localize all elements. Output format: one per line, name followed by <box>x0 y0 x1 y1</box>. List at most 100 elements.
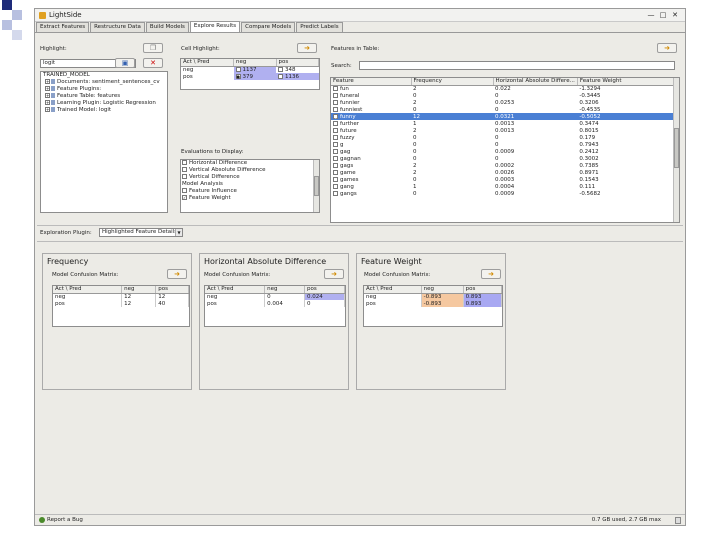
column-header-frequency[interactable]: Frequency <box>411 78 494 86</box>
table-cell: 0.0009 <box>495 190 515 197</box>
radio-icon[interactable] <box>333 120 338 126</box>
column-header-feature[interactable]: Feature <box>331 78 412 86</box>
table-cell: 0.3474 <box>579 120 599 127</box>
evaluations-label: Evaluations to Display: <box>181 149 244 155</box>
eval-item[interactable]: Vertical Absolute Difference <box>181 167 319 174</box>
table-row[interactable]: gagnan 0 0 0.3002 <box>331 155 679 162</box>
radio-icon[interactable] <box>333 162 338 168</box>
table-row[interactable]: future 2 0.0013 0.8015 <box>331 127 679 134</box>
table-row[interactable]: funniest 0 0 -0.4535 <box>331 106 679 113</box>
table-cell: ● funny <box>333 113 356 120</box>
table-row[interactable]: gangs 0 0.0009 -0.5682 <box>331 190 679 197</box>
radio-icon[interactable] <box>333 190 338 196</box>
radio-icon[interactable] <box>333 155 338 161</box>
evaluations-scrollbar[interactable] <box>313 160 319 212</box>
matrix-cell: 0.893 <box>463 293 502 300</box>
matrix-header: pos <box>155 286 189 294</box>
table-row[interactable]: ● funny 12 0.0321 -0.5052 <box>331 113 679 120</box>
matrix-cell[interactable]: 1136 <box>276 73 319 80</box>
table-row[interactable]: games 0 0.0003 0.1543 <box>331 176 679 183</box>
eval-item[interactable]: Vertical Difference <box>181 174 319 181</box>
matrix-cell: -0.893 <box>421 300 464 307</box>
save-model-button[interactable]: ▣ <box>115 58 135 68</box>
table-cell: funeral <box>331 92 411 99</box>
tree-item[interactable]: + Learning Plugin: Logistic Regression <box>41 100 167 107</box>
table-row[interactable]: g 0 0 0.7943 <box>331 141 679 148</box>
tab-compare-models[interactable]: Compare Models <box>241 22 296 32</box>
matrix-cell: 12 <box>121 300 157 307</box>
close-button[interactable]: ✕ <box>671 11 679 19</box>
cell-highlight-matrix: Act \ Pred neg pos neg 1137 348 pos ● 379… <box>180 58 320 90</box>
eval-item[interactable]: ✓ Feature Weight <box>181 195 319 202</box>
radio-icon[interactable] <box>333 176 338 182</box>
table-cell: gagnan <box>331 155 411 162</box>
eval-item[interactable]: Feature Influence <box>181 188 319 195</box>
slide-decor-square <box>12 30 22 40</box>
delete-model-button[interactable]: ✕ <box>143 58 163 68</box>
table-cell: 0.0321 <box>495 113 515 120</box>
tab-restructure-data[interactable]: Restructure Data <box>90 22 145 32</box>
matrix-header: pos <box>276 59 319 67</box>
table-row[interactable]: gags 2 0.0002 0.7385 <box>331 162 679 169</box>
matrix-cell[interactable]: 1137 <box>233 66 277 73</box>
table-row[interactable]: further 1 0.0013 0.3474 <box>331 120 679 127</box>
tab-predict-labels[interactable]: Predict Labels <box>296 22 343 32</box>
cell-highlight-go-button[interactable]: ➜ <box>297 43 317 53</box>
matrix-cell: 0 <box>304 300 345 307</box>
panel-export-button[interactable]: ➜ <box>324 269 344 279</box>
radio-icon[interactable] <box>333 127 338 133</box>
table-cell: 0.7385 <box>579 162 599 169</box>
matrix-cell[interactable]: ● 379 <box>233 73 277 80</box>
app-window: LightSide — □ ✕ Extract Features Restruc… <box>34 8 686 526</box>
minimize-button[interactable]: — <box>647 11 655 19</box>
radio-icon[interactable] <box>333 169 338 175</box>
radio-checked-icon[interactable]: ● <box>333 113 338 119</box>
tree-item[interactable]: + Trained Model: logit <box>41 107 167 114</box>
matrix-row-label: pos <box>364 300 422 307</box>
radio-icon[interactable] <box>333 141 338 147</box>
table-row[interactable]: funnier 2 0.0253 0.3206 <box>331 99 679 106</box>
maximize-button[interactable]: □ <box>659 11 667 19</box>
table-row[interactable]: fun 2 0.022 -1.3294 <box>331 85 679 92</box>
report-bug-link[interactable]: Report a Bug <box>47 517 83 523</box>
table-cell: fuzzy <box>331 134 411 141</box>
radio-icon[interactable] <box>333 99 338 105</box>
table-cell: 0 <box>413 190 417 197</box>
matrix-header: Act \ Pred <box>181 59 235 67</box>
tree-item[interactable]: + Feature Table: features <box>41 93 167 100</box>
table-row[interactable]: gang 1 0.0004 0.111 <box>331 183 679 190</box>
eval-item[interactable]: Horizontal Difference <box>181 160 319 167</box>
radio-icon[interactable] <box>333 183 338 189</box>
table-cell: 0.111 <box>579 183 596 190</box>
table-row[interactable]: fuzzy 0 0 0.179 <box>331 134 679 141</box>
gc-button[interactable] <box>675 516 681 524</box>
radio-icon[interactable] <box>333 106 338 112</box>
document-icon <box>51 86 55 91</box>
table-row[interactable]: gag 0 0.0009 0.2412 <box>331 148 679 155</box>
radio-icon[interactable] <box>333 148 338 154</box>
matrix-cell[interactable]: 348 <box>276 66 318 73</box>
table-cell: 0.0003 <box>495 176 515 183</box>
column-header-feature-weight[interactable]: Feature Weight <box>577 78 679 86</box>
features-export-button[interactable]: ➜ <box>657 43 677 53</box>
tree-item[interactable]: + Documents: sentiment_sentences_cv <box>41 79 167 86</box>
matrix-cell: 12 <box>121 293 157 300</box>
column-header-horizontal-absolute-difference[interactable]: Horizontal Absolute Differe... <box>493 78 578 86</box>
table-row[interactable]: game 2 0.0026 0.8971 <box>331 169 679 176</box>
tab-extract-features[interactable]: Extract Features <box>36 22 90 32</box>
panel-export-button[interactable]: ➜ <box>167 269 187 279</box>
panel-export-button[interactable]: ➜ <box>481 269 501 279</box>
copy-model-button[interactable]: ❐ <box>143 43 163 53</box>
tree-item[interactable]: + Feature Plugins: <box>41 86 167 93</box>
tab-build-models[interactable]: Build Models <box>145 22 189 32</box>
features-scrollbar[interactable] <box>673 78 679 222</box>
table-row[interactable]: funeral 0 0 -0.3445 <box>331 92 679 99</box>
radio-icon[interactable] <box>333 92 338 98</box>
tab-explore-results[interactable]: Explore Results <box>189 21 241 32</box>
radio-icon[interactable] <box>333 85 338 91</box>
matrix-cell: 0.004 <box>264 300 306 307</box>
search-input[interactable] <box>359 61 675 70</box>
exploration-plugin-select[interactable]: Highlighted Feature Details ▼ <box>99 228 183 237</box>
radio-icon[interactable] <box>333 134 338 140</box>
slide-decor-square <box>12 10 22 20</box>
